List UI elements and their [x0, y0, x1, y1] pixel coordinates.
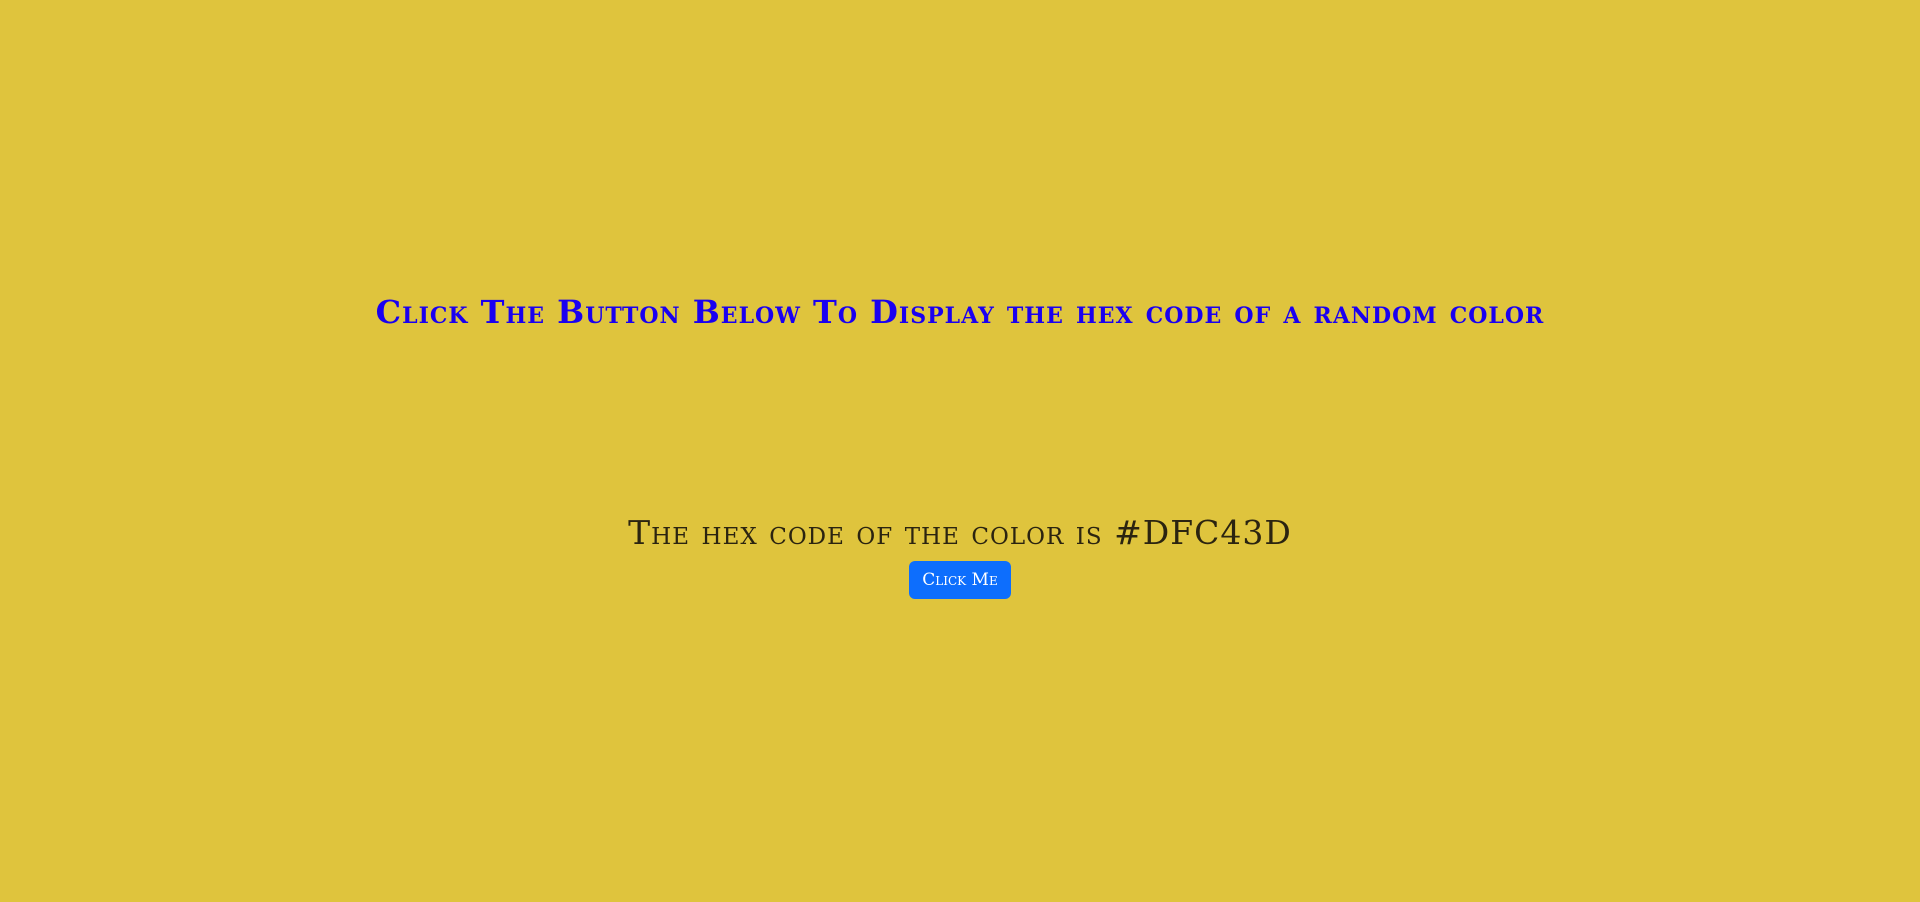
- button-container: Click Me: [0, 561, 1920, 599]
- page-heading: Click The Button Below To Display the he…: [375, 293, 1545, 331]
- hex-code-result: The hex code of the color is #DFC43D: [628, 513, 1292, 552]
- click-me-button[interactable]: Click Me: [909, 561, 1011, 599]
- page: { "colors": { "background": "#DFC43D", "…: [0, 0, 1920, 902]
